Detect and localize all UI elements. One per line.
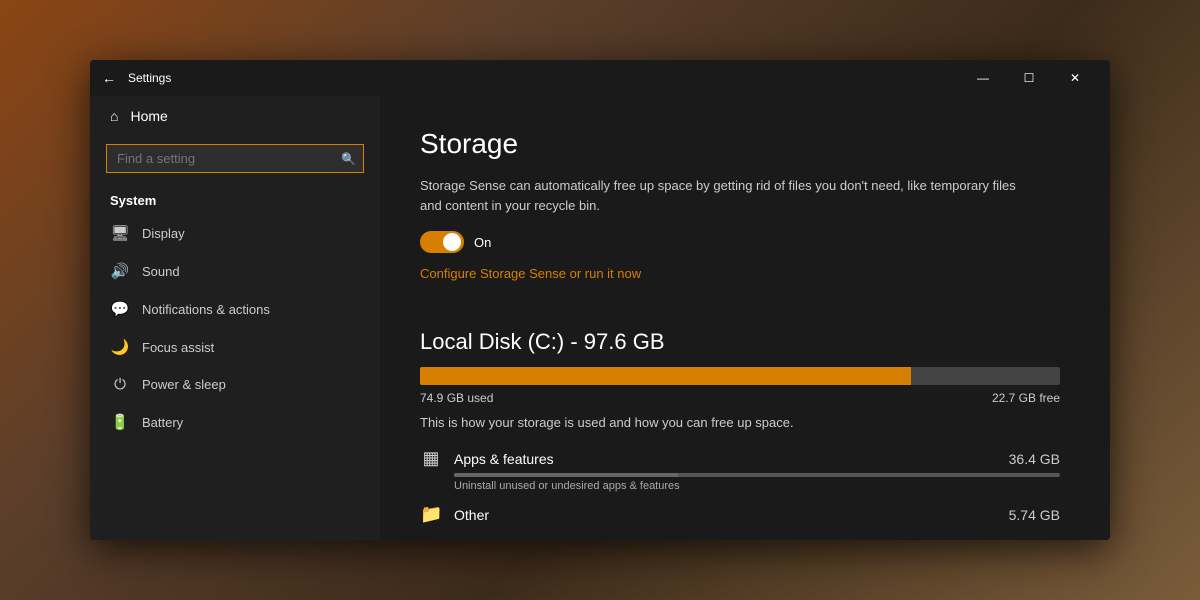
disk-section: Local Disk (C:) - 97.6 GB 74.9 GB used 2… (420, 329, 1070, 525)
apps-sub: Uninstall unused or undesired apps & fea… (454, 480, 1060, 492)
display-icon: 🖥 (110, 224, 130, 242)
other-name: Other (454, 507, 997, 523)
sidebar: ⌂ Home 🔍 System 🖥 Display 🔊 Sound (90, 96, 380, 540)
home-label: Home (130, 108, 167, 124)
other-header: 📁 Other 5.74 GB (420, 504, 1060, 525)
sidebar-item-notifications[interactable]: 💬 Notifications & actions (90, 290, 380, 328)
title-bar: ← Settings — ☐ ✕ (90, 60, 1110, 96)
back-button[interactable]: ← (102, 70, 116, 86)
sidebar-item-notifications-label: Notifications & actions (142, 302, 270, 317)
configure-link[interactable]: Configure Storage Sense or run it now (420, 266, 641, 281)
apps-header: ▦ Apps & features 36.4 GB (420, 448, 1060, 469)
sidebar-item-power[interactable]: ⏻ Power & sleep (90, 366, 380, 403)
apps-bar-fill (454, 473, 678, 477)
sidebar-item-sound-label: Sound (142, 264, 180, 279)
section-label: System (90, 181, 380, 214)
sidebar-item-focus-label: Focus assist (142, 340, 214, 355)
search-input[interactable] (106, 144, 364, 173)
notifications-icon: 💬 (110, 300, 130, 318)
apps-icon: ▦ (420, 448, 442, 469)
main-content: Storage Storage Sense can automatically … (380, 96, 1110, 540)
toggle-label: On (474, 235, 491, 250)
disk-bar-used (420, 367, 911, 385)
sound-icon: 🔊 (110, 262, 130, 280)
apps-bar (454, 473, 1060, 477)
search-box: 🔍 (106, 144, 364, 173)
sidebar-item-battery[interactable]: 🔋 Battery (90, 403, 380, 441)
window-title: Settings (128, 71, 960, 85)
storage-item-apps[interactable]: ▦ Apps & features 36.4 GB Uninstall unus… (420, 448, 1060, 492)
sidebar-item-power-label: Power & sleep (142, 377, 226, 392)
maximize-button[interactable]: ☐ (1006, 60, 1052, 96)
sidebar-item-battery-label: Battery (142, 415, 183, 430)
focus-icon: 🌙 (110, 338, 130, 356)
power-icon: ⏻ (110, 376, 130, 393)
disk-stats: 74.9 GB used 22.7 GB free (420, 391, 1060, 405)
disk-free-label: 22.7 GB free (992, 391, 1060, 405)
apps-size: 36.4 GB (1009, 451, 1060, 467)
disk-bar-container (420, 367, 1060, 385)
desktop: ← Settings — ☐ ✕ ⌂ Home 🔍 System (0, 0, 1200, 600)
other-size: 5.74 GB (1009, 507, 1060, 523)
settings-window: ← Settings — ☐ ✕ ⌂ Home 🔍 System (90, 60, 1110, 540)
sidebar-item-display[interactable]: 🖥 Display (90, 214, 380, 252)
disk-title: Local Disk (C:) - 97.6 GB (420, 329, 1070, 355)
sidebar-item-display-label: Display (142, 226, 185, 241)
window-body: ⌂ Home 🔍 System 🖥 Display 🔊 Sound (90, 96, 1110, 540)
home-icon: ⌂ (110, 108, 118, 124)
window-controls: — ☐ ✕ (960, 60, 1098, 96)
storage-description: Storage Sense can automatically free up … (420, 176, 1020, 215)
toggle-knob (443, 233, 461, 251)
page-title: Storage (420, 128, 1070, 160)
close-button[interactable]: ✕ (1052, 60, 1098, 96)
search-icon: 🔍 (341, 152, 356, 166)
storage-sense-toggle[interactable] (420, 231, 464, 253)
sidebar-item-home[interactable]: ⌂ Home (90, 96, 380, 136)
apps-name: Apps & features (454, 451, 997, 467)
minimize-button[interactable]: — (960, 60, 1006, 96)
toggle-row: On (420, 231, 1070, 253)
disk-description: This is how your storage is used and how… (420, 415, 1070, 430)
storage-item-other[interactable]: 📁 Other 5.74 GB (420, 504, 1060, 525)
other-icon: 📁 (420, 504, 442, 525)
sidebar-item-sound[interactable]: 🔊 Sound (90, 252, 380, 290)
battery-icon: 🔋 (110, 413, 130, 431)
disk-used-label: 74.9 GB used (420, 391, 493, 405)
sidebar-item-focus[interactable]: 🌙 Focus assist (90, 328, 380, 366)
